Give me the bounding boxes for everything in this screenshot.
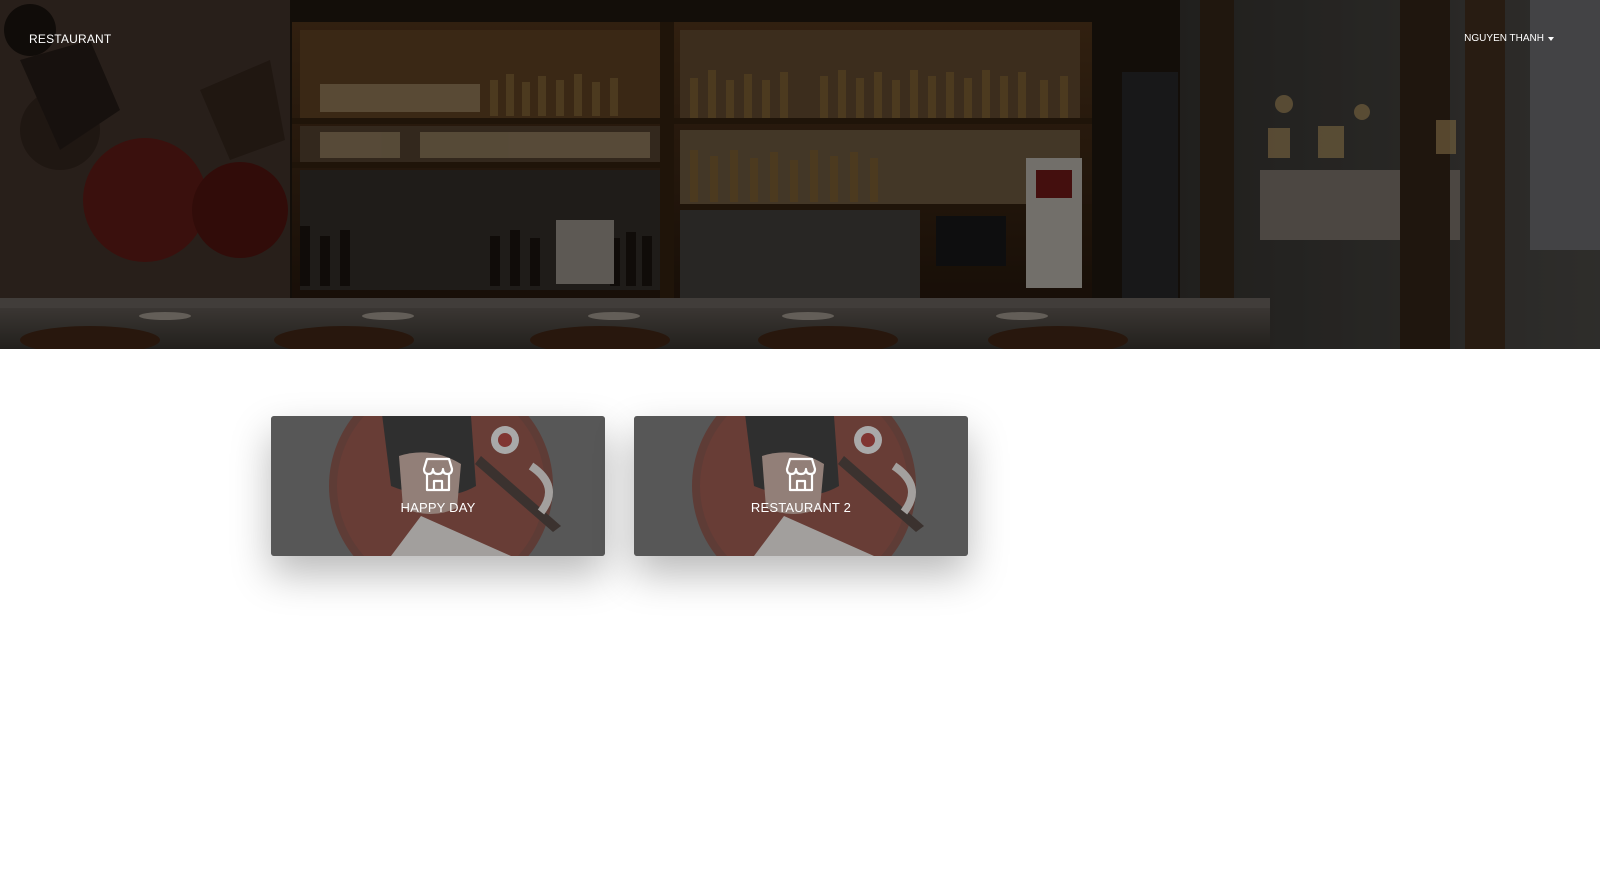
user-menu-dropdown[interactable]: NGUYEN THANH bbox=[1464, 33, 1554, 44]
store-icon bbox=[422, 457, 454, 492]
restaurant-card-restaurant-2[interactable]: RESTAURANT 2 bbox=[634, 416, 968, 556]
user-name-label: NGUYEN THANH bbox=[1464, 33, 1544, 44]
page: RESTAURANT NGUYEN THANH HAPPY DAY RESTAU… bbox=[0, 0, 1600, 873]
store-icon bbox=[785, 457, 817, 492]
hero-banner: RESTAURANT NGUYEN THANH bbox=[0, 0, 1600, 349]
restaurant-name: RESTAURANT 2 bbox=[750, 500, 852, 515]
navbar-brand-link[interactable]: RESTAURANT bbox=[29, 32, 111, 46]
caret-down-icon bbox=[1548, 37, 1554, 41]
restaurant-card-list: HAPPY DAY RESTAURANT 2 bbox=[271, 416, 968, 556]
restaurant-name: HAPPY DAY bbox=[400, 500, 476, 515]
hero-bar-photo bbox=[0, 0, 1600, 349]
restaurant-card-happy-day[interactable]: HAPPY DAY bbox=[271, 416, 605, 556]
